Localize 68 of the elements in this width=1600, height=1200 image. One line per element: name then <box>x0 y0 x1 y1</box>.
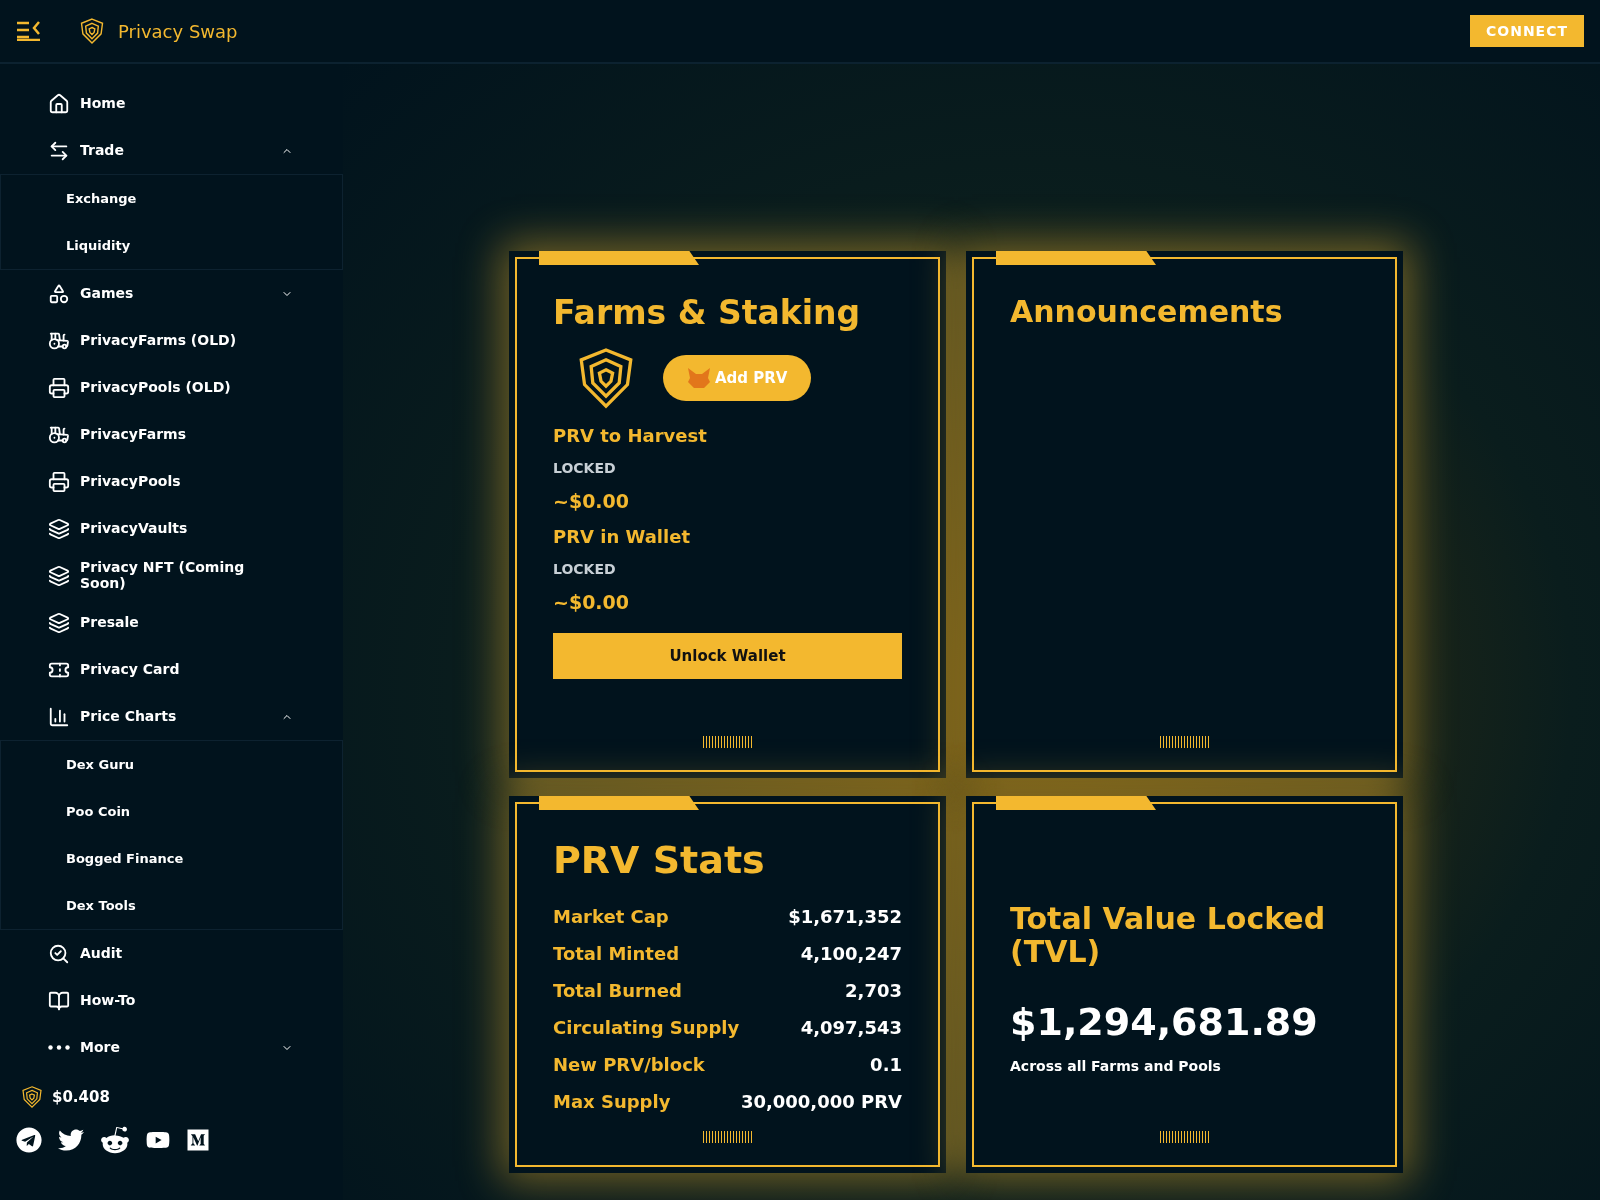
token-icon <box>20 1085 44 1109</box>
nav-item[interactable]: PrivacyVaults <box>0 505 343 552</box>
telegram-icon[interactable] <box>16 1127 42 1153</box>
unlock-wallet-button[interactable]: Unlock Wallet <box>553 633 902 680</box>
swap-icon <box>48 139 70 162</box>
nav-item[interactable]: PrivacyFarms (OLD) <box>0 317 343 364</box>
card-title: Farms & Staking <box>553 295 862 332</box>
stat-label: Total Minted <box>553 942 680 964</box>
stat-value: 0.1 <box>870 1053 902 1075</box>
stat-label: Market Cap <box>553 905 669 927</box>
token-price: $0.408 <box>52 1088 110 1106</box>
submenu-item[interactable]: Dex Guru <box>1 741 342 788</box>
harvest-value: ~$0.00 <box>553 490 631 513</box>
stat-value: 2,703 <box>845 979 902 1001</box>
submenu-item[interactable]: Poo Coin <box>1 788 342 835</box>
nav-item[interactable]: Home <box>0 80 343 127</box>
nav-item[interactable]: Games <box>0 270 343 317</box>
nav-item[interactable]: How-To <box>0 977 343 1024</box>
tvl-value: $1,294,681.89 <box>1010 999 1319 1044</box>
nav-item[interactable]: Audit <box>0 930 343 977</box>
shapes-icon <box>48 282 70 305</box>
app-title: Privacy Swap <box>118 20 238 42</box>
wallet-value: ~$0.00 <box>553 591 631 614</box>
nav-item[interactable]: Privacy NFT (Coming Soon) <box>0 552 343 599</box>
nav-item[interactable]: More <box>0 1024 343 1071</box>
card-title: Announcements <box>1010 295 1284 328</box>
shield-logo-icon <box>78 17 106 45</box>
nav-item[interactable]: Privacy Card <box>0 646 343 693</box>
layers-icon <box>48 564 70 587</box>
harvest-status: LOCKED <box>553 460 617 477</box>
layers-icon <box>48 517 70 540</box>
twitter-icon[interactable] <box>58 1127 84 1153</box>
fox-icon <box>687 367 711 390</box>
submenu-item[interactable]: Exchange <box>1 175 342 222</box>
nav-item[interactable]: Price Charts <box>0 693 343 740</box>
printer-icon <box>48 376 70 399</box>
wallet-label: PRV in Wallet <box>553 526 691 548</box>
card-title: PRV Stats <box>553 840 766 882</box>
wallet-status: LOCKED <box>553 561 617 578</box>
bar-chart-icon <box>48 705 70 728</box>
reddit-icon[interactable] <box>100 1125 130 1155</box>
home-icon <box>48 92 70 115</box>
stat-value: 4,097,543 <box>800 1016 902 1038</box>
book-icon <box>48 989 70 1012</box>
stat-label: Max Supply <box>553 1090 671 1112</box>
menu-icon[interactable] <box>16 21 42 41</box>
submenu-item[interactable]: Dex Tools <box>1 882 342 929</box>
stat-label: Circulating Supply <box>553 1016 740 1038</box>
nav-item[interactable]: PrivacyFarms <box>0 411 343 458</box>
nav-item[interactable]: PrivacyPools <box>0 458 343 505</box>
submenu-item[interactable]: Liquidity <box>1 222 342 269</box>
stat-value: $1,671,352 <box>788 905 902 927</box>
printer-icon <box>48 470 70 493</box>
stat-label: New PRV/block <box>553 1053 705 1075</box>
stat-label: Total Burned <box>553 979 682 1001</box>
stat-value: 4,100,247 <box>800 942 902 964</box>
submenu-item[interactable]: Bogged Finance <box>1 835 342 882</box>
nav-item[interactable]: Presale <box>0 599 343 646</box>
more-icon <box>48 1045 70 1050</box>
stat-value: 30,000,000 PRV <box>740 1090 902 1112</box>
nav-item[interactable]: Trade <box>0 127 343 174</box>
medium-icon[interactable] <box>186 1128 210 1152</box>
card-title: Total Value Locked (TVL) <box>1010 901 1327 968</box>
harvest-label: PRV to Harvest <box>553 425 708 447</box>
nav-item[interactable]: PrivacyPools (OLD) <box>0 364 343 411</box>
tvl-caption: Across all Farms and Pools <box>1010 1057 1222 1074</box>
layers-icon <box>48 611 70 634</box>
search-icon <box>48 942 70 965</box>
